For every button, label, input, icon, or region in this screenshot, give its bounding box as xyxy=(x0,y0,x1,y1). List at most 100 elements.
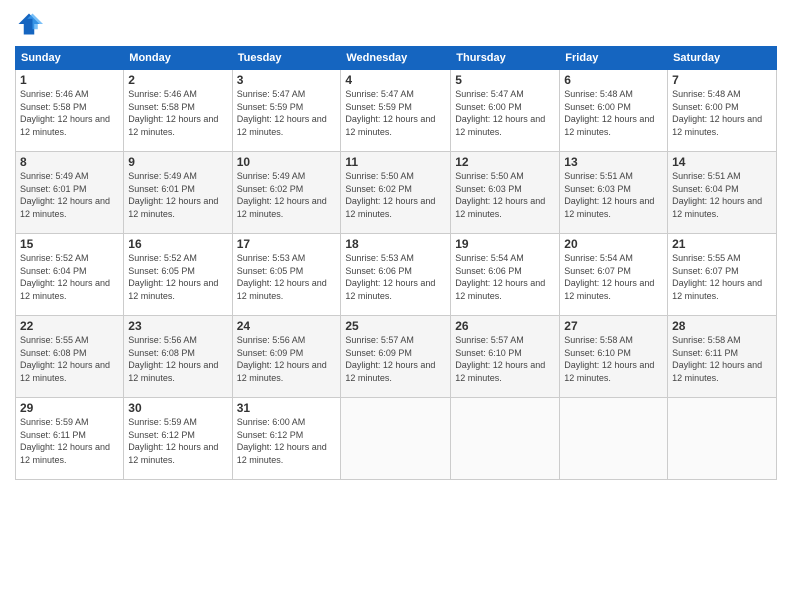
calendar-container: SundayMondayTuesdayWednesdayThursdayFrid… xyxy=(0,0,792,612)
day-number: 14 xyxy=(672,155,772,169)
day-info: Sunrise: 5:59 AM Sunset: 6:11 PM Dayligh… xyxy=(20,416,119,466)
day-info: Sunrise: 5:57 AM Sunset: 6:10 PM Dayligh… xyxy=(455,334,555,384)
day-number: 3 xyxy=(237,73,337,87)
calendar-cell: 3 Sunrise: 5:47 AM Sunset: 5:59 PM Dayli… xyxy=(232,70,341,152)
day-info: Sunrise: 5:51 AM Sunset: 6:03 PM Dayligh… xyxy=(564,170,663,220)
calendar-cell: 27 Sunrise: 5:58 AM Sunset: 6:10 PM Dayl… xyxy=(560,316,668,398)
weekday-header: Saturday xyxy=(668,47,777,70)
day-number: 4 xyxy=(345,73,446,87)
calendar-cell: 19 Sunrise: 5:54 AM Sunset: 6:06 PM Dayl… xyxy=(451,234,560,316)
day-number: 23 xyxy=(128,319,227,333)
calendar-cell: 29 Sunrise: 5:59 AM Sunset: 6:11 PM Dayl… xyxy=(16,398,124,480)
day-info: Sunrise: 5:47 AM Sunset: 6:00 PM Dayligh… xyxy=(455,88,555,138)
day-info: Sunrise: 5:54 AM Sunset: 6:07 PM Dayligh… xyxy=(564,252,663,302)
day-number: 12 xyxy=(455,155,555,169)
day-info: Sunrise: 5:49 AM Sunset: 6:01 PM Dayligh… xyxy=(128,170,227,220)
calendar-cell: 5 Sunrise: 5:47 AM Sunset: 6:00 PM Dayli… xyxy=(451,70,560,152)
day-info: Sunrise: 5:59 AM Sunset: 6:12 PM Dayligh… xyxy=(128,416,227,466)
calendar-cell: 14 Sunrise: 5:51 AM Sunset: 6:04 PM Dayl… xyxy=(668,152,777,234)
day-number: 26 xyxy=(455,319,555,333)
calendar-cell xyxy=(341,398,451,480)
day-info: Sunrise: 5:50 AM Sunset: 6:03 PM Dayligh… xyxy=(455,170,555,220)
day-info: Sunrise: 5:51 AM Sunset: 6:04 PM Dayligh… xyxy=(672,170,772,220)
calendar-cell: 28 Sunrise: 5:58 AM Sunset: 6:11 PM Dayl… xyxy=(668,316,777,398)
calendar-cell: 12 Sunrise: 5:50 AM Sunset: 6:03 PM Dayl… xyxy=(451,152,560,234)
calendar-cell: 1 Sunrise: 5:46 AM Sunset: 5:58 PM Dayli… xyxy=(16,70,124,152)
day-number: 22 xyxy=(20,319,119,333)
day-info: Sunrise: 5:54 AM Sunset: 6:06 PM Dayligh… xyxy=(455,252,555,302)
calendar-cell: 31 Sunrise: 6:00 AM Sunset: 6:12 PM Dayl… xyxy=(232,398,341,480)
day-number: 1 xyxy=(20,73,119,87)
calendar-cell: 6 Sunrise: 5:48 AM Sunset: 6:00 PM Dayli… xyxy=(560,70,668,152)
day-info: Sunrise: 5:57 AM Sunset: 6:09 PM Dayligh… xyxy=(345,334,446,384)
header xyxy=(15,10,777,38)
weekday-header: Thursday xyxy=(451,47,560,70)
calendar-cell: 13 Sunrise: 5:51 AM Sunset: 6:03 PM Dayl… xyxy=(560,152,668,234)
day-number: 6 xyxy=(564,73,663,87)
calendar-cell: 21 Sunrise: 5:55 AM Sunset: 6:07 PM Dayl… xyxy=(668,234,777,316)
weekday-header: Friday xyxy=(560,47,668,70)
calendar-cell: 11 Sunrise: 5:50 AM Sunset: 6:02 PM Dayl… xyxy=(341,152,451,234)
calendar-cell: 10 Sunrise: 5:49 AM Sunset: 6:02 PM Dayl… xyxy=(232,152,341,234)
weekday-header: Sunday xyxy=(16,47,124,70)
day-number: 8 xyxy=(20,155,119,169)
day-number: 31 xyxy=(237,401,337,415)
day-number: 25 xyxy=(345,319,446,333)
weekday-header: Wednesday xyxy=(341,47,451,70)
day-number: 16 xyxy=(128,237,227,251)
calendar-cell: 2 Sunrise: 5:46 AM Sunset: 5:58 PM Dayli… xyxy=(124,70,232,152)
day-info: Sunrise: 5:46 AM Sunset: 5:58 PM Dayligh… xyxy=(20,88,119,138)
day-info: Sunrise: 5:48 AM Sunset: 6:00 PM Dayligh… xyxy=(672,88,772,138)
day-number: 5 xyxy=(455,73,555,87)
logo xyxy=(15,10,47,38)
day-number: 7 xyxy=(672,73,772,87)
day-info: Sunrise: 5:47 AM Sunset: 5:59 PM Dayligh… xyxy=(345,88,446,138)
day-info: Sunrise: 5:52 AM Sunset: 6:04 PM Dayligh… xyxy=(20,252,119,302)
weekday-header: Monday xyxy=(124,47,232,70)
day-number: 21 xyxy=(672,237,772,251)
day-info: Sunrise: 5:53 AM Sunset: 6:06 PM Dayligh… xyxy=(345,252,446,302)
day-number: 30 xyxy=(128,401,227,415)
calendar-cell: 8 Sunrise: 5:49 AM Sunset: 6:01 PM Dayli… xyxy=(16,152,124,234)
day-number: 27 xyxy=(564,319,663,333)
day-info: Sunrise: 6:00 AM Sunset: 6:12 PM Dayligh… xyxy=(237,416,337,466)
calendar-cell: 4 Sunrise: 5:47 AM Sunset: 5:59 PM Dayli… xyxy=(341,70,451,152)
day-info: Sunrise: 5:56 AM Sunset: 6:09 PM Dayligh… xyxy=(237,334,337,384)
calendar-cell: 30 Sunrise: 5:59 AM Sunset: 6:12 PM Dayl… xyxy=(124,398,232,480)
day-info: Sunrise: 5:49 AM Sunset: 6:02 PM Dayligh… xyxy=(237,170,337,220)
day-number: 10 xyxy=(237,155,337,169)
day-number: 13 xyxy=(564,155,663,169)
day-info: Sunrise: 5:55 AM Sunset: 6:07 PM Dayligh… xyxy=(672,252,772,302)
day-number: 20 xyxy=(564,237,663,251)
calendar-table: SundayMondayTuesdayWednesdayThursdayFrid… xyxy=(15,46,777,480)
calendar-cell: 16 Sunrise: 5:52 AM Sunset: 6:05 PM Dayl… xyxy=(124,234,232,316)
calendar-cell: 18 Sunrise: 5:53 AM Sunset: 6:06 PM Dayl… xyxy=(341,234,451,316)
day-info: Sunrise: 5:50 AM Sunset: 6:02 PM Dayligh… xyxy=(345,170,446,220)
day-number: 19 xyxy=(455,237,555,251)
day-number: 24 xyxy=(237,319,337,333)
calendar-cell xyxy=(668,398,777,480)
calendar-cell: 15 Sunrise: 5:52 AM Sunset: 6:04 PM Dayl… xyxy=(16,234,124,316)
day-number: 17 xyxy=(237,237,337,251)
day-info: Sunrise: 5:48 AM Sunset: 6:00 PM Dayligh… xyxy=(564,88,663,138)
calendar-cell: 7 Sunrise: 5:48 AM Sunset: 6:00 PM Dayli… xyxy=(668,70,777,152)
calendar-cell: 23 Sunrise: 5:56 AM Sunset: 6:08 PM Dayl… xyxy=(124,316,232,398)
calendar-cell: 22 Sunrise: 5:55 AM Sunset: 6:08 PM Dayl… xyxy=(16,316,124,398)
calendar-cell: 25 Sunrise: 5:57 AM Sunset: 6:09 PM Dayl… xyxy=(341,316,451,398)
day-number: 2 xyxy=(128,73,227,87)
day-number: 15 xyxy=(20,237,119,251)
calendar-cell: 17 Sunrise: 5:53 AM Sunset: 6:05 PM Dayl… xyxy=(232,234,341,316)
day-number: 9 xyxy=(128,155,227,169)
weekday-header: Tuesday xyxy=(232,47,341,70)
logo-icon xyxy=(15,10,43,38)
calendar-cell: 9 Sunrise: 5:49 AM Sunset: 6:01 PM Dayli… xyxy=(124,152,232,234)
calendar-cell xyxy=(451,398,560,480)
day-number: 11 xyxy=(345,155,446,169)
day-info: Sunrise: 5:47 AM Sunset: 5:59 PM Dayligh… xyxy=(237,88,337,138)
day-info: Sunrise: 5:49 AM Sunset: 6:01 PM Dayligh… xyxy=(20,170,119,220)
calendar-cell: 26 Sunrise: 5:57 AM Sunset: 6:10 PM Dayl… xyxy=(451,316,560,398)
day-info: Sunrise: 5:58 AM Sunset: 6:10 PM Dayligh… xyxy=(564,334,663,384)
day-info: Sunrise: 5:56 AM Sunset: 6:08 PM Dayligh… xyxy=(128,334,227,384)
day-number: 29 xyxy=(20,401,119,415)
day-info: Sunrise: 5:53 AM Sunset: 6:05 PM Dayligh… xyxy=(237,252,337,302)
